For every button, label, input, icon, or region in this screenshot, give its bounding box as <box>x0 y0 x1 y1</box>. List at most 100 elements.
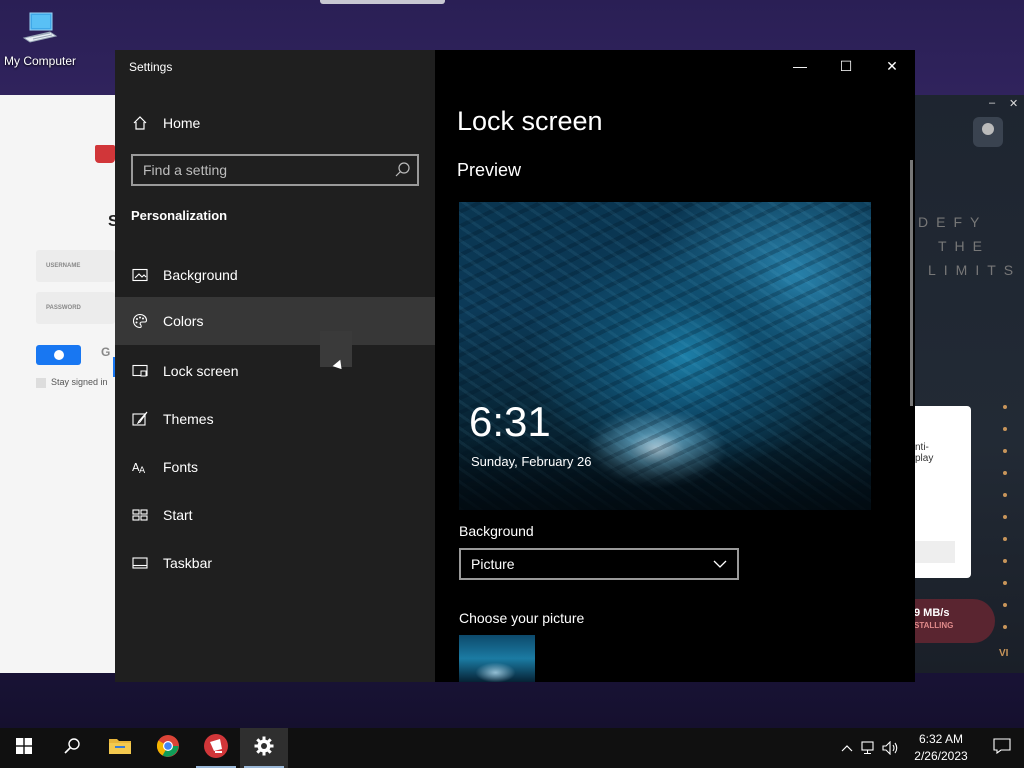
progress-dots <box>1003 405 1007 647</box>
folder-icon <box>108 736 132 761</box>
windows-icon <box>16 737 32 759</box>
nav-item-taskbar[interactable]: Taskbar <box>115 539 435 587</box>
home-icon <box>132 115 148 131</box>
search-icon[interactable] <box>389 156 417 184</box>
search-button[interactable] <box>48 728 96 768</box>
background-dropdown[interactable]: Picture <box>459 548 739 580</box>
tagline: DEFY THE LIMITS <box>918 210 1021 282</box>
riot-client-login-panel: S USERNAME PASSWORD G Stay signed in <box>0 95 119 673</box>
file-explorer-button[interactable] <box>96 728 144 768</box>
tagline-line: DEFY <box>918 214 988 230</box>
minimize-button[interactable]: — <box>777 50 823 82</box>
notification-card: nti- play <box>915 406 971 578</box>
taskbar-clock[interactable]: 6:32 AM 2/26/2023 <box>902 731 980 765</box>
checkbox-icon <box>36 377 46 388</box>
desktop-icon-my-computer[interactable]: My Computer <box>0 8 80 68</box>
chevron-down-icon <box>713 556 727 572</box>
tagline-line: LIMITS <box>928 262 1022 278</box>
riot-client-button[interactable] <box>192 728 240 768</box>
notification-icon <box>993 737 1011 759</box>
lock-screen-preview: 6:31 Sunday, February 26 <box>459 202 871 510</box>
settings-button[interactable] <box>240 728 288 768</box>
fonts-icon: AA <box>132 459 148 476</box>
card-text: nti- <box>915 442 929 453</box>
card-button[interactable] <box>915 541 955 563</box>
riot-logo-icon <box>95 145 115 163</box>
network-icon[interactable] <box>858 728 880 768</box>
username-field[interactable]: USERNAME <box>36 250 115 282</box>
lock-screen-icon <box>132 363 148 379</box>
picture-thumbnail[interactable] <box>459 635 535 682</box>
settings-content-pane: — ☐ ✕ Lock screen Preview 6:31 Sunday, F… <box>435 50 915 682</box>
page-title: Lock screen <box>457 106 603 136</box>
stay-signed-in-checkbox[interactable]: Stay signed in <box>36 377 108 388</box>
search-setting-box[interactable] <box>131 154 419 186</box>
nav-item-label: Background <box>163 267 238 283</box>
nav-item-label: Colors <box>163 313 204 329</box>
google-login-button[interactable]: G <box>101 345 110 359</box>
show-hidden-icons-button[interactable] <box>836 728 858 768</box>
minimize-icon: — <box>793 58 807 74</box>
preview-shadow <box>459 440 871 510</box>
riot-minimize-button[interactable]: – <box>989 97 995 109</box>
scrollbar[interactable] <box>910 160 913 406</box>
close-button[interactable]: ✕ <box>869 50 915 82</box>
nav-home-label: Home <box>163 115 201 131</box>
stay-signed-in-label: Stay signed in <box>51 377 108 387</box>
section-heading: Personalization <box>131 208 228 223</box>
nav-item-colors[interactable]: Colors <box>115 297 435 345</box>
settings-nav-pane: Settings Home Personalization Background <box>115 50 435 682</box>
version-badge: VI <box>999 648 1009 659</box>
nav-item-label: Lock screen <box>163 363 239 379</box>
search-icon <box>63 737 81 760</box>
card-text: play <box>915 453 934 464</box>
nav-item-fonts[interactable]: AA Fonts <box>115 443 435 491</box>
nav-item-background[interactable]: Background <box>115 251 435 299</box>
computer-icon <box>20 10 60 50</box>
settings-window: Settings Home Personalization Background <box>115 50 915 682</box>
nav-item-label: Fonts <box>163 459 199 475</box>
nav-item-label: Start <box>163 507 193 523</box>
search-input[interactable] <box>133 162 389 178</box>
facebook-login-button[interactable] <box>36 345 81 365</box>
nav-home[interactable]: Home <box>115 99 435 147</box>
gear-icon <box>254 736 274 761</box>
user-avatar-icon[interactable] <box>973 117 1003 147</box>
chrome-icon <box>156 734 180 763</box>
chrome-button[interactable] <box>144 728 192 768</box>
taskbar: 6:32 AM 2/26/2023 <box>0 728 1024 768</box>
nav-item-lock-screen[interactable]: Lock screen <box>115 347 435 395</box>
preview-heading: Preview <box>457 160 522 180</box>
background-dropdown-value: Picture <box>471 556 515 572</box>
window-controls: — ☐ ✕ <box>777 50 915 82</box>
riot-close-button[interactable]: ✕ <box>1009 97 1018 110</box>
window-title: Settings <box>129 60 173 74</box>
start-layout-icon <box>132 507 148 523</box>
hidden-window-edge <box>320 0 445 4</box>
picture-icon <box>132 267 148 283</box>
nav-item-themes[interactable]: Themes <box>115 395 435 443</box>
riot-icon <box>203 733 229 764</box>
start-button[interactable] <box>0 728 48 768</box>
clock-time: 6:32 AM <box>918 732 964 746</box>
taskbar-icon <box>132 555 148 571</box>
password-field[interactable]: PASSWORD <box>36 292 115 324</box>
riot-client-side-panel: – ✕ DEFY THE LIMITS nti- play 9 MB/s STA… <box>910 95 1024 673</box>
action-center-button[interactable] <box>980 728 1024 768</box>
download-speed: 9 MB/s <box>914 607 950 619</box>
choose-picture-label: Choose your picture <box>459 610 585 626</box>
tagline-line: THE <box>938 238 990 254</box>
palette-icon <box>132 313 148 329</box>
svg-text:A: A <box>139 466 146 475</box>
maximize-icon: ☐ <box>839 57 853 74</box>
download-speed-badge: 9 MB/s STALLING <box>910 599 995 643</box>
clock-date: 2/26/2023 <box>914 749 968 763</box>
nav-item-start[interactable]: Start <box>115 491 435 539</box>
volume-icon[interactable] <box>880 728 902 768</box>
facebook-icon <box>53 350 64 360</box>
nav-item-label: Taskbar <box>163 555 213 571</box>
desktop-icon-label: My Computer <box>3 54 77 68</box>
maximize-button[interactable]: ☐ <box>823 50 869 82</box>
background-label: Background <box>459 523 534 539</box>
preview-date: Sunday, February 26 <box>471 454 592 469</box>
